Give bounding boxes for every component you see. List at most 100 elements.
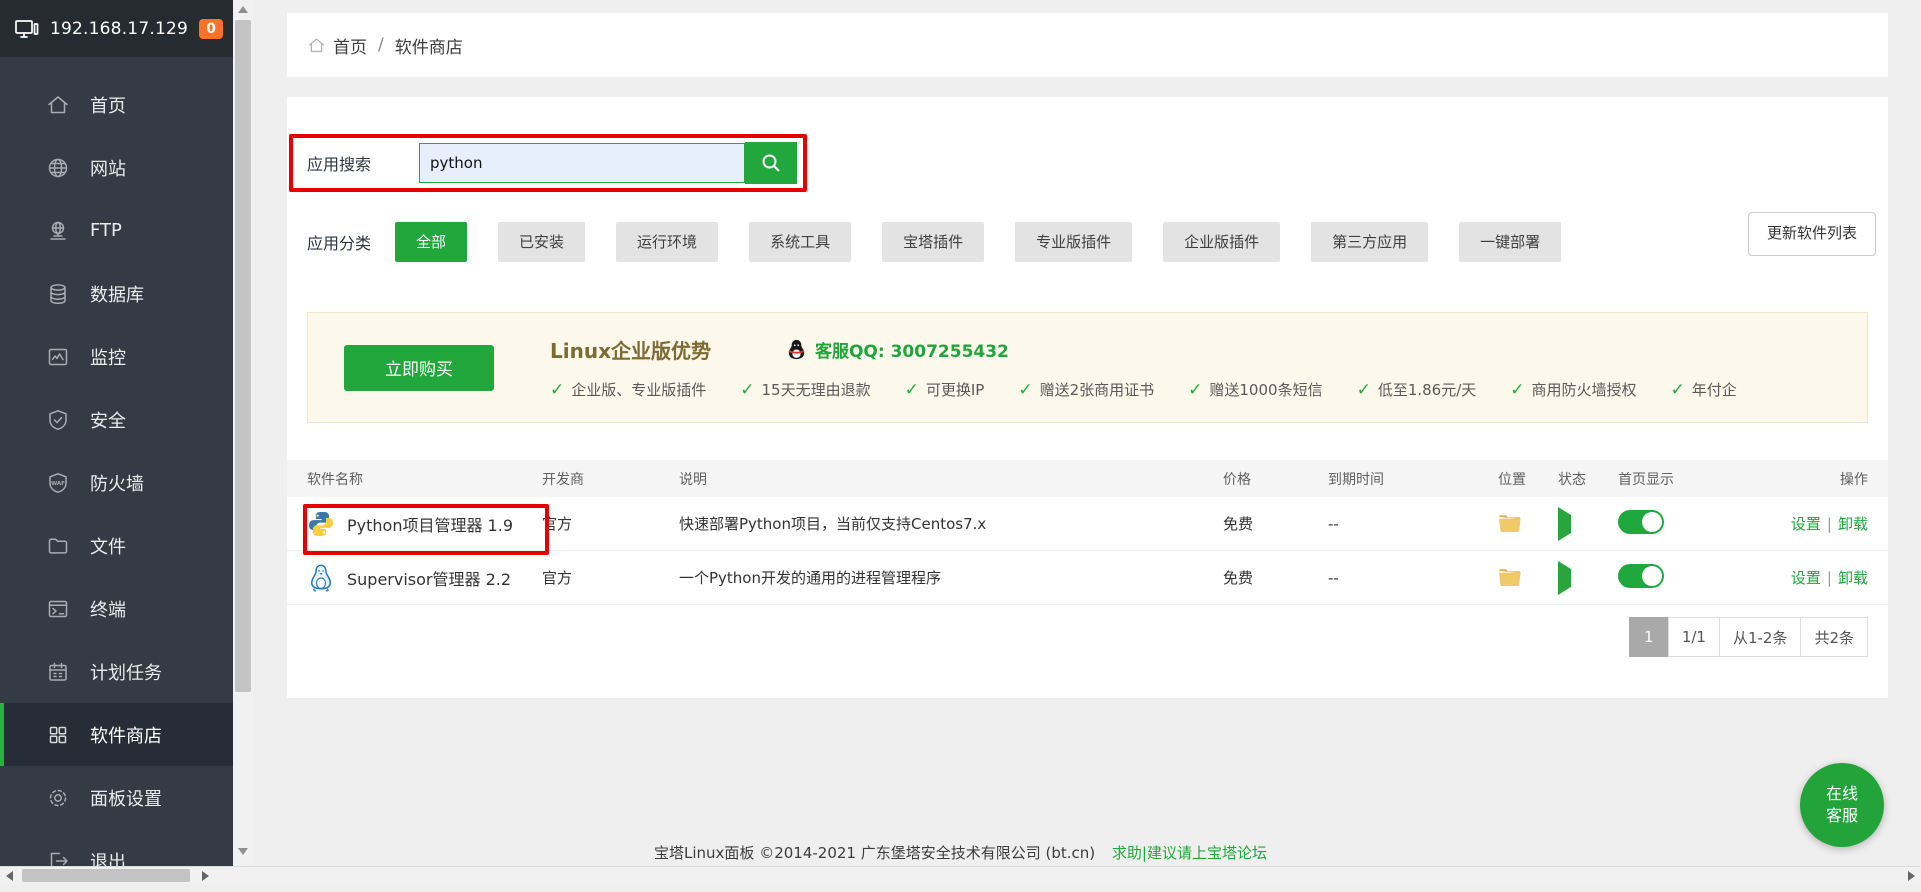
- footer-copyright: 宝塔Linux面板 ©2014-2021 广东堡塔安全技术有限公司 (bt.cn…: [654, 844, 1095, 862]
- feature-item: 赠送2张商用证书: [1040, 379, 1155, 400]
- scroll-left-arrow-icon[interactable]: [6, 871, 13, 881]
- qq-service-text: 客服QQ: 3007255432: [815, 337, 1009, 362]
- category-filter-row: 应用分类 全部 已安装 运行环境 系统工具 宝塔插件 专业版插件 企业版插件 第…: [307, 221, 1592, 263]
- scroll-down-arrow-icon[interactable]: [238, 848, 248, 855]
- search-button[interactable]: [745, 142, 797, 184]
- search-highlight-box: 应用搜索: [289, 134, 807, 192]
- folder-icon: [46, 534, 70, 558]
- database-icon: [46, 282, 70, 306]
- category-label: 应用分类: [307, 230, 371, 254]
- feature-item: 企业版、专业版插件: [571, 379, 706, 400]
- sidebar-menu: 首页 网站 FTP 数据库 监控 安全 WAF 防火墙 文件: [0, 73, 233, 892]
- category-third-party[interactable]: 第三方应用: [1311, 222, 1428, 262]
- table-header: 软件名称 开发商 说明 价格 到期时间 位置 状态 首页显示 操作: [287, 460, 1888, 497]
- category-all[interactable]: 全部: [395, 222, 467, 262]
- scroll-right-arrow-icon[interactable]: [202, 871, 209, 881]
- online-support-button[interactable]: 在线 客服: [1800, 763, 1884, 847]
- app-developer: 官方: [542, 513, 679, 534]
- check-icon: ✓: [1671, 380, 1685, 400]
- page-total-count: 共2条: [1800, 617, 1868, 657]
- forum-link[interactable]: 求助|建议请上宝塔论坛: [1112, 844, 1267, 862]
- buy-now-button[interactable]: 立即购买: [344, 345, 494, 391]
- sidebar-item-website[interactable]: 网站: [0, 136, 233, 199]
- breadcrumb-home-icon: [307, 36, 326, 55]
- message-count-badge[interactable]: 0: [199, 19, 223, 39]
- status-running-icon[interactable]: [1558, 507, 1571, 541]
- breadcrumb-current: 软件商店: [395, 33, 463, 58]
- uninstall-link[interactable]: 卸载: [1838, 569, 1868, 587]
- app-name[interactable]: Supervisor管理器 2.2: [347, 566, 511, 590]
- sidebar-item-app-store[interactable]: 软件商店: [0, 703, 233, 766]
- sidebar-item-monitor[interactable]: 监控: [0, 325, 233, 388]
- promo-title: Linux企业版优势: [550, 335, 711, 364]
- sidebar-item-database[interactable]: 数据库: [0, 262, 233, 325]
- sidebar: 192.168.17.129 0 首页 网站 FTP 数据库 监控 安全 WAF: [0, 0, 233, 884]
- terminal-icon: [46, 597, 70, 621]
- horizontal-scrollbar[interactable]: [0, 866, 1921, 884]
- server-ip: 192.168.17.129: [50, 19, 188, 39]
- sidebar-item-home[interactable]: 首页: [0, 73, 233, 136]
- sidebar-item-panel-settings[interactable]: 面板设置: [0, 766, 233, 829]
- gear-icon: [46, 786, 70, 810]
- pagination: 1 1/1 从1-2条 共2条: [1630, 617, 1868, 657]
- category-enterprise-plugins[interactable]: 企业版插件: [1163, 222, 1280, 262]
- settings-link[interactable]: 设置: [1791, 569, 1821, 587]
- app-description: 快速部署Python项目，当前仅支持Centos7.x: [679, 513, 1223, 534]
- app-price: 免费: [1223, 513, 1328, 534]
- feature-item: 年付企: [1692, 379, 1737, 400]
- app-expire: --: [1328, 569, 1498, 587]
- svg-text:WAF: WAF: [51, 481, 65, 487]
- page-number-current[interactable]: 1: [1629, 617, 1669, 657]
- search-icon: [759, 151, 783, 175]
- app-grid-icon: [46, 723, 70, 747]
- app-price: 免费: [1223, 567, 1328, 588]
- tux-linux-icon: [307, 563, 335, 593]
- sidebar-item-files[interactable]: 文件: [0, 514, 233, 577]
- home-display-toggle[interactable]: [1618, 510, 1664, 534]
- category-installed[interactable]: 已安装: [498, 222, 585, 262]
- app-name[interactable]: Python项目管理器 1.9: [347, 512, 513, 536]
- uninstall-link[interactable]: 卸载: [1838, 515, 1868, 533]
- sidebar-item-cron[interactable]: 计划任务: [0, 640, 233, 703]
- check-icon: ✓: [1188, 380, 1202, 400]
- qq-service[interactable]: 客服QQ: 3007255432: [785, 337, 1009, 362]
- scroll-up-arrow-icon[interactable]: [238, 6, 248, 13]
- category-one-click-deploy[interactable]: 一键部署: [1459, 222, 1561, 262]
- category-bt-plugins[interactable]: 宝塔插件: [882, 222, 984, 262]
- scroll-right-arrow-icon[interactable]: [1908, 871, 1915, 881]
- location-folder-icon[interactable]: [1498, 514, 1558, 533]
- search-input[interactable]: [419, 143, 745, 183]
- category-system-tools[interactable]: 系统工具: [749, 222, 851, 262]
- app-store-panel: 应用搜索 应用分类 全部 已安装 运行环境 系统工具 宝塔插件 专业版插件 企业…: [287, 97, 1888, 698]
- vertical-scrollbar-thumb[interactable]: [235, 20, 251, 692]
- sidebar-item-ftp[interactable]: FTP: [0, 199, 233, 262]
- breadcrumb-home-link[interactable]: 首页: [333, 33, 367, 58]
- page-of-total: 1/1: [1668, 617, 1720, 657]
- update-software-list-button[interactable]: 更新软件列表: [1748, 212, 1876, 256]
- horizontal-scrollbar-thumb[interactable]: [22, 869, 190, 882]
- feature-item: 可更换IP: [926, 379, 984, 400]
- calendar-icon: [46, 660, 70, 684]
- promo-features: ✓企业版、专业版插件 ✓15天无理由退款 ✓可更换IP ✓赠送2张商用证书 ✓赠…: [550, 379, 1771, 400]
- sidebar-item-terminal[interactable]: 终端: [0, 577, 233, 640]
- sidebar-item-firewall[interactable]: WAF 防火墙: [0, 451, 233, 514]
- server-header[interactable]: 192.168.17.129 0: [0, 0, 233, 57]
- home-display-toggle[interactable]: [1618, 564, 1664, 588]
- ops-separator: |: [1827, 569, 1832, 587]
- category-runtime[interactable]: 运行环境: [616, 222, 718, 262]
- feature-item: 15天无理由退款: [762, 379, 871, 400]
- vertical-scrollbar[interactable]: [233, 0, 253, 866]
- app-description: 一个Python开发的通用的进程管理程序: [679, 567, 1223, 588]
- status-running-icon[interactable]: [1558, 561, 1571, 595]
- globe-icon: [46, 156, 70, 180]
- enterprise-promo-banner: 立即购买 Linux企业版优势 客服QQ: 3007255432: [307, 312, 1868, 423]
- search-label: 应用搜索: [293, 151, 419, 175]
- category-pro-plugins[interactable]: 专业版插件: [1015, 222, 1132, 262]
- location-folder-icon[interactable]: [1498, 568, 1558, 587]
- server-monitor-icon: [14, 16, 40, 42]
- promo-content: Linux企业版优势 客服QQ: 3007255432 ✓ 企业版、专业版插件: [550, 335, 1771, 400]
- check-icon: ✓: [905, 380, 919, 400]
- settings-link[interactable]: 设置: [1791, 515, 1821, 533]
- feature-item: 低至1.86元/天: [1378, 379, 1476, 400]
- sidebar-item-security[interactable]: 安全: [0, 388, 233, 451]
